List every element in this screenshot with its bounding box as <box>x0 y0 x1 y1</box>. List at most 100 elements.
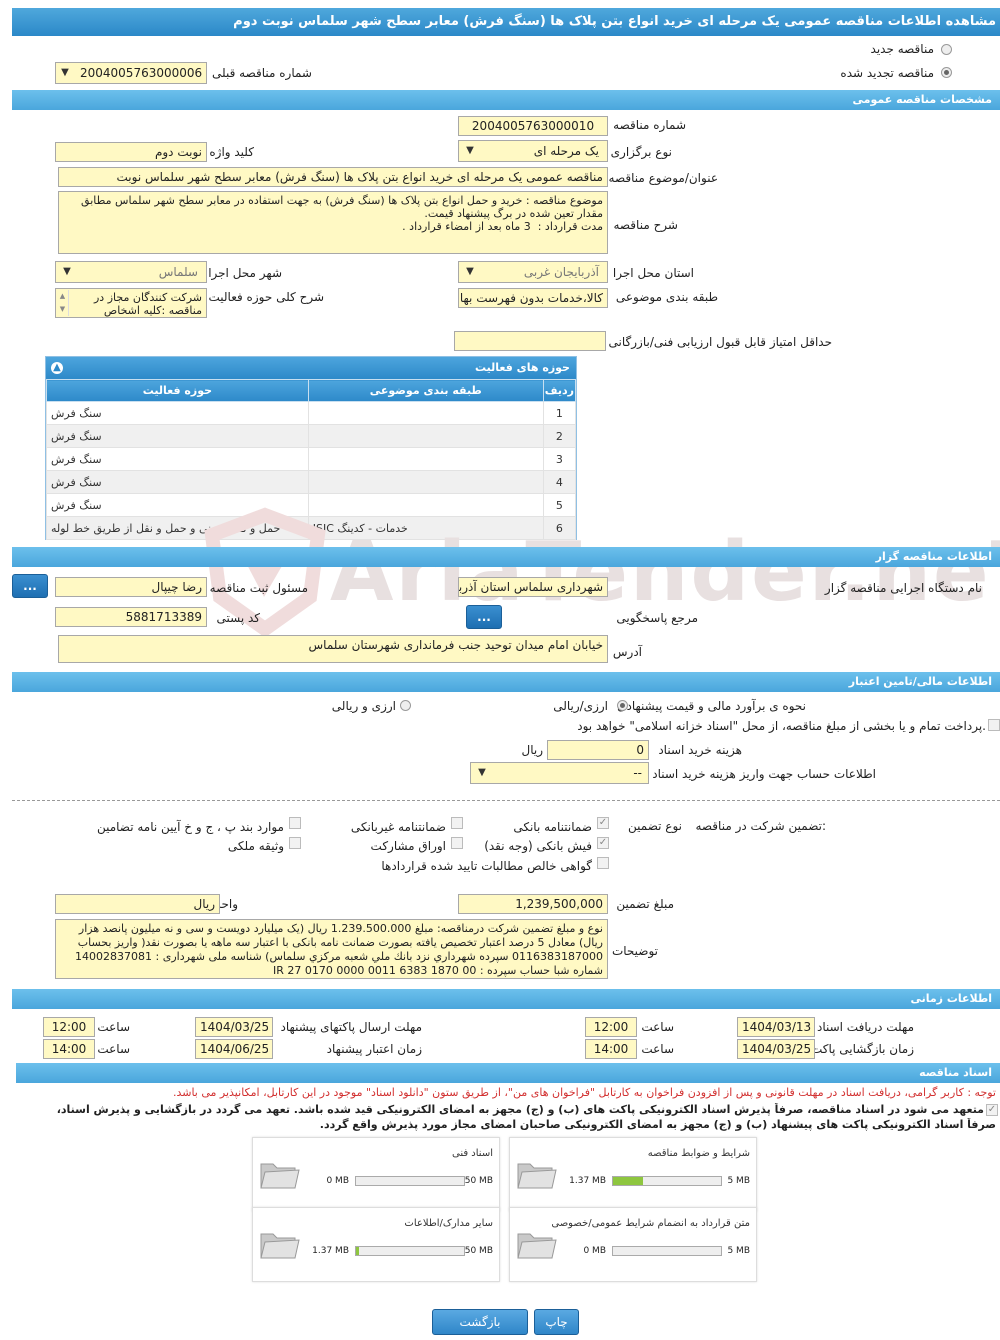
cell-category <box>307 470 544 494</box>
estimate-rial-radio[interactable] <box>617 700 628 711</box>
document-max-size: 5 MB <box>727 1176 750 1186</box>
folder-icon[interactable] <box>257 1226 301 1262</box>
doc-receive-time-label: ساعت <box>641 1020 674 1034</box>
description-field: موضوع مناقصه : خرید و حمل انواع بتن پلاک… <box>58 191 608 254</box>
send-time-label: ساعت <box>97 1020 130 1034</box>
property-label: وثیقه ملکی <box>227 839 284 853</box>
estimate-fx-radio[interactable] <box>400 700 411 711</box>
renewed-tender-radio[interactable] <box>941 67 952 78</box>
cell-activity: سنگ فرش <box>46 470 309 494</box>
account-value: -- <box>633 766 642 780</box>
send-time: 12:00 <box>43 1017 95 1037</box>
subject-label: عنوان/موضوع مناقصه <box>608 171 718 185</box>
city-select[interactable]: سلماس ▼ <box>55 261 207 283</box>
table-row: 3 سنگ فرش <box>46 447 577 471</box>
reference-label: مرجع پاسخگویی <box>616 611 698 625</box>
validity-time-label: ساعت <box>97 1042 130 1056</box>
activity-table-title-text: حوزه های فعالیت <box>475 361 570 374</box>
watermark-text: AriaTender.neT <box>330 525 1000 620</box>
registrar-more-button[interactable]: ... <box>12 574 48 598</box>
commitment-checkbox[interactable]: ✓ <box>986 1104 998 1116</box>
province-select[interactable]: آذربایجان غربی ▼ <box>458 261 608 283</box>
send-label: مهلت ارسال پاکتهای پیشنهاد <box>280 1020 422 1034</box>
print-button[interactable]: چاپ <box>534 1309 579 1335</box>
min-score-label: حداقل امتیاز قابل قبول ارزیابی فنی/بازرگ… <box>608 335 832 349</box>
section-timing: اطلاعات زمانی <box>12 989 1000 1009</box>
column-header-index: ردیف <box>542 379 577 402</box>
chevron-down-icon: ▼ <box>63 266 71 277</box>
reference-more-button[interactable]: ... <box>466 605 502 629</box>
previous-number-label: شماره مناقصه قبلی <box>212 66 312 80</box>
folder-icon[interactable] <box>514 1156 558 1192</box>
document-box[interactable]: شرایط و ضوابط مناقصه 5 MB 1.37 MB <box>509 1137 757 1212</box>
folder-icon[interactable] <box>514 1226 558 1262</box>
collapse-icon[interactable]: ▲ <box>51 362 63 374</box>
category-label: طبقه بندی موضوعی <box>615 290 718 304</box>
tender-number-label: شماره مناقصه <box>613 118 686 132</box>
chevron-down-icon: ▼ <box>466 266 474 277</box>
min-score-field <box>454 331 606 351</box>
guarantee-amount-field: 1,239,500,000 <box>458 894 608 914</box>
estimate-fx-label: ارزی و ریالی <box>331 699 396 713</box>
cell-index: 4 <box>542 470 577 494</box>
currency-field: ریال <box>55 894 220 914</box>
document-used-size: 0 MB <box>583 1246 606 1256</box>
document-box[interactable]: اسناد فنی 50 MB 0 MB <box>252 1137 500 1212</box>
cell-activity: سنگ فرش <box>46 447 309 471</box>
securities-label: اوراق مشارکت <box>370 839 446 853</box>
folder-icon[interactable] <box>257 1156 301 1192</box>
org-name-field: شهرداری سلماس استان آذربایجان غربی <box>458 577 608 597</box>
account-select[interactable]: -- ▼ <box>470 762 649 784</box>
scope-label: شرح کلی حوزه فعالیت <box>208 290 325 304</box>
validity-label: زمان اعتبار پیشنهاد <box>326 1042 422 1056</box>
category-field: کالا،خدمات بدون فهرست بها <box>458 288 608 308</box>
guarantee-notes-field: نوع و مبلغ تضمین شرکت درمناقصه: مبلغ 1.2… <box>55 919 608 979</box>
treasury-checkbox[interactable] <box>988 719 1000 731</box>
section-organizer: اطلاعات مناقصه گزار <box>12 547 1000 567</box>
province-value: آذربایجان غربی <box>523 265 599 279</box>
guarantee-amount-label: مبلغ تضمین <box>616 897 674 911</box>
bank-receipt-checkbox[interactable]: ✓ <box>597 837 609 849</box>
commitment-line-1: متعهد می شود در اسناد مناقصه، صرفاً پذیر… <box>56 1103 984 1116</box>
document-max-size: 50 MB <box>464 1176 493 1186</box>
address-label: آدرس <box>612 645 642 659</box>
table-row: 4 سنگ فرش <box>46 470 577 494</box>
postal-code-field: 5881713389 <box>55 607 207 627</box>
document-box[interactable]: سایر مدارک/اطلاعات 50 MB 1.37 MB <box>252 1207 500 1282</box>
non-bank-guarantee-checkbox[interactable] <box>451 817 463 829</box>
document-progress-bar <box>355 1246 465 1256</box>
document-box[interactable]: متن قرارداد به انضمام شرایط عمومی/خصوصی 5… <box>509 1207 757 1282</box>
registrar-label: مسئول ثبت مناقصه <box>209 581 308 595</box>
previous-number-select[interactable]: 2004005763000006 ▼ <box>55 62 207 84</box>
document-name: متن قرارداد به انضمام شرایط عمومی/خصوصی <box>551 1218 750 1229</box>
tender-number-field: 2004005763000010 <box>458 116 608 136</box>
back-button[interactable]: بازگشت <box>432 1309 528 1335</box>
new-tender-radio[interactable] <box>941 44 952 55</box>
doc-receive-date: 1404/03/13 <box>737 1017 815 1037</box>
org-name-label: نام دستگاه اجرایی مناقصه گزار <box>824 581 982 595</box>
send-date: 1404/03/25 <box>195 1017 273 1037</box>
keyword-label: کلید واژه <box>209 145 254 159</box>
holding-type-select[interactable]: یک مرحله ای ▼ <box>458 140 608 162</box>
activity-table-title: حوزه های فعالیت ▲ <box>46 357 576 379</box>
treasury-text: پرداخت تمام و یا بخشی از مبلغ مناقصه، از… <box>577 719 986 733</box>
document-progress-bar <box>612 1246 722 1256</box>
guarantee-notes-label: توضیحات <box>611 944 658 958</box>
chevron-down-icon: ▼ <box>478 767 486 778</box>
claims-certificate-checkbox[interactable] <box>597 857 609 869</box>
property-checkbox[interactable] <box>289 837 301 849</box>
document-progress-bar <box>355 1176 465 1186</box>
claims-certificate-label: گواهی خالص مطالبات تایید شده قراردادها <box>381 859 592 873</box>
scroll-arrows-icon[interactable]: ▲ ▼ <box>57 290 69 316</box>
cell-category <box>307 401 544 425</box>
documents-notice: توجه : کاربر گرامی، دریافت اسناد در مهلت… <box>172 1086 996 1099</box>
securities-checkbox[interactable] <box>451 837 463 849</box>
column-header-activity: حوزه فعالیت <box>46 379 309 402</box>
cell-category <box>307 447 544 471</box>
other-items-checkbox[interactable] <box>289 817 301 829</box>
cell-index: 1 <box>542 401 577 425</box>
new-tender-label: مناقصه جدید <box>870 42 934 56</box>
non-bank-guarantee-label: ضمانتنامه غیربانکی <box>350 820 446 834</box>
bank-guarantee-checkbox[interactable]: ✓ <box>597 817 609 829</box>
estimate-label: نحوه ی برآورد مالی و قیمت پیشنهادی <box>617 699 806 713</box>
